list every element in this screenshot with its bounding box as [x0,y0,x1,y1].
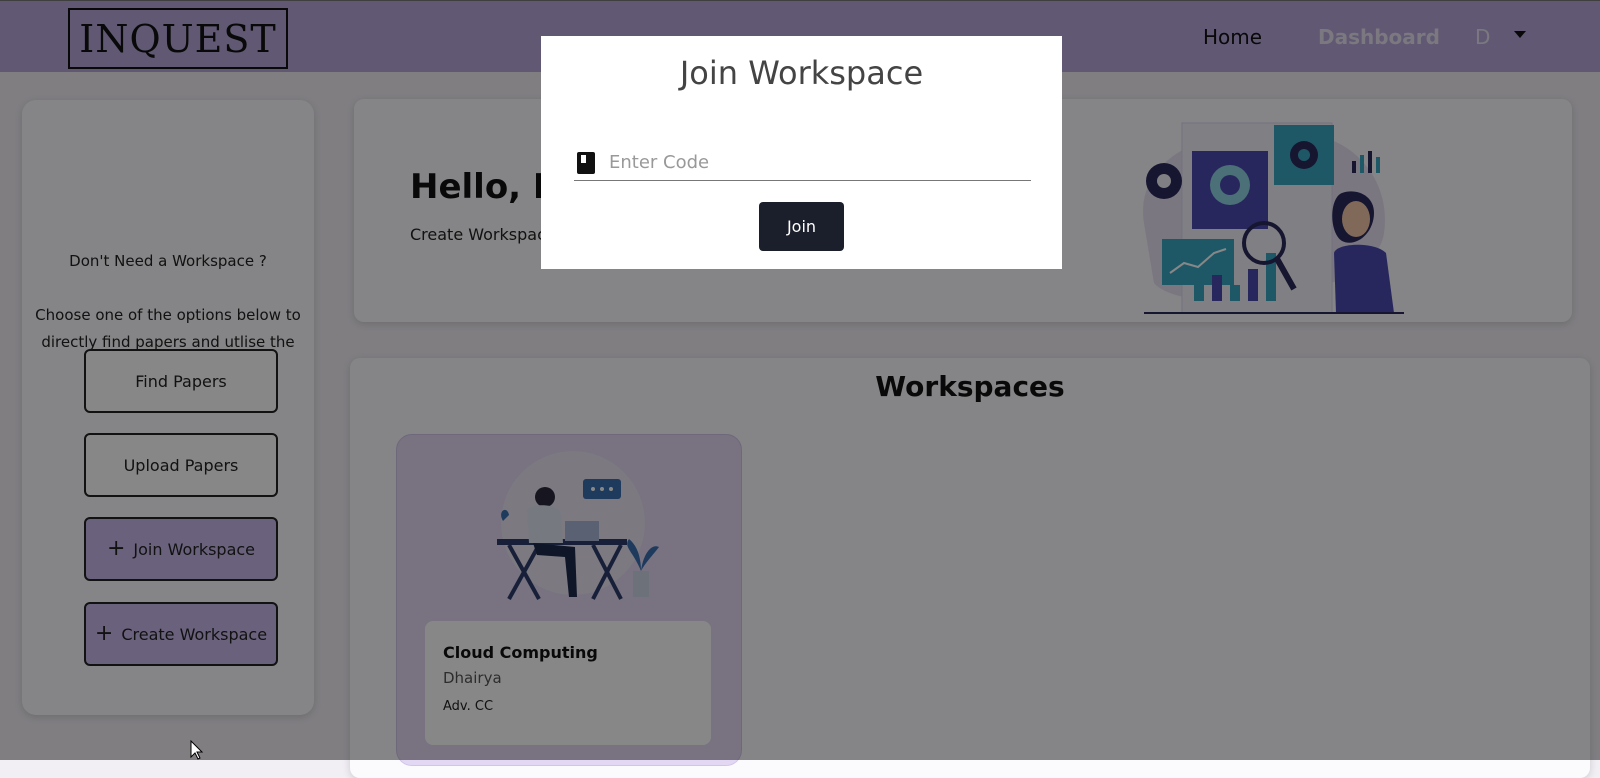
mouse-cursor-icon [190,740,204,760]
book-icon [577,152,595,174]
join-workspace-modal: Join Workspace Join [541,36,1062,269]
workspace-code-input[interactable] [609,146,1009,178]
join-button[interactable]: Join [759,202,844,251]
modal-title: Join Workspace [679,54,924,92]
input-underline [574,180,1031,181]
